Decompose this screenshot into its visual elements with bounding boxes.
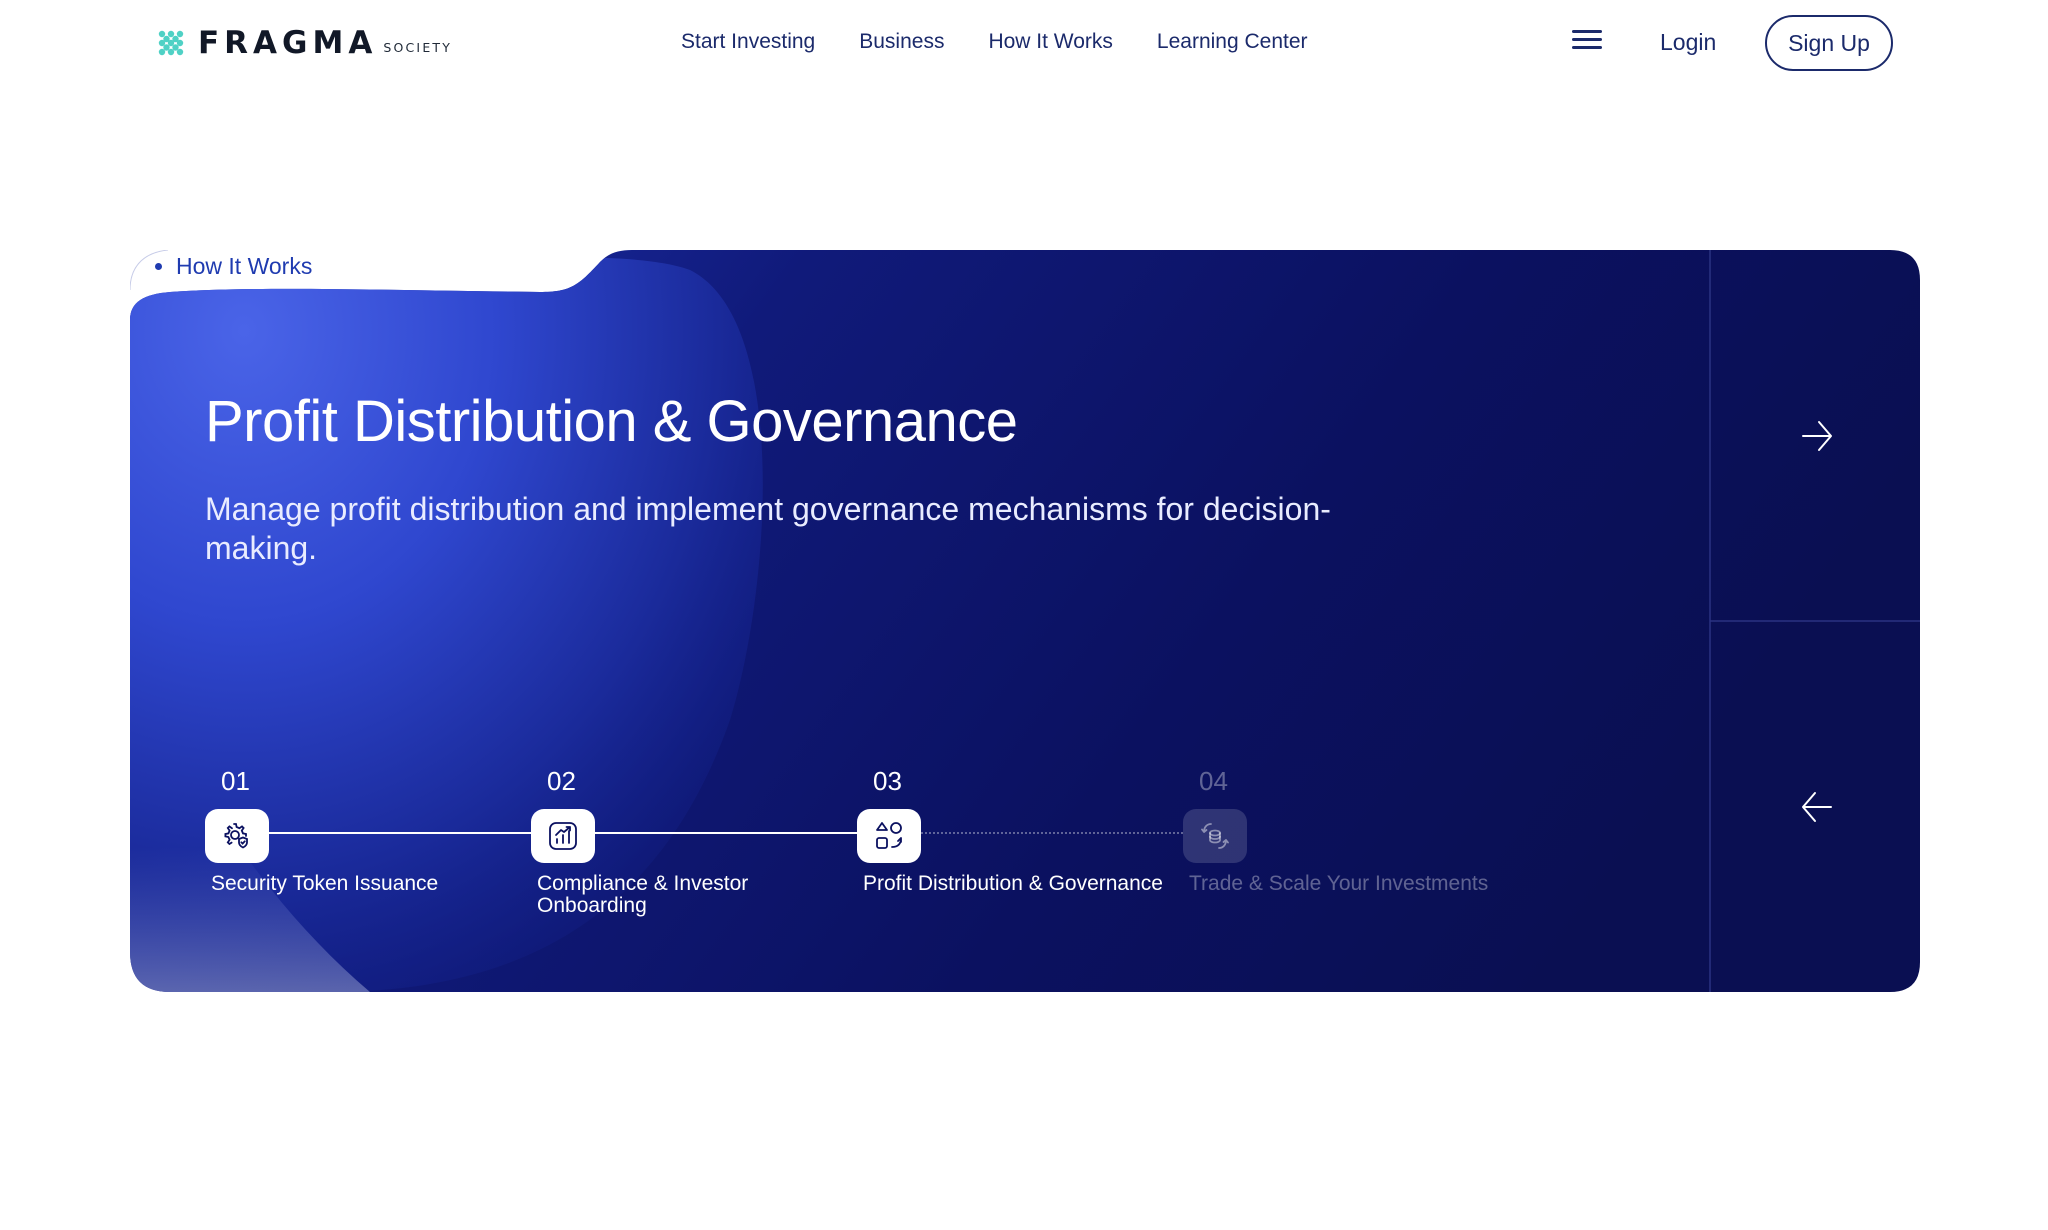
- step-2[interactable]: 02 Compliance & Investor Onboarding: [531, 766, 861, 917]
- section-label: How It Works: [155, 253, 312, 280]
- step-label: Compliance & Investor Onboarding: [537, 872, 749, 917]
- brand-name: FRAGMA: [198, 25, 378, 61]
- main-nav: Start Investing Business How It Works Le…: [681, 30, 1352, 54]
- step-label: Trade & Scale Your Investments: [1189, 872, 1489, 895]
- step-number: 04: [1199, 766, 1228, 796]
- nav-start-investing[interactable]: Start Investing: [681, 30, 815, 54]
- nav-how-it-works[interactable]: How It Works: [988, 30, 1112, 54]
- step-label: Profit Distribution & Governance: [863, 872, 1163, 895]
- brand-sub: SOCIETY: [383, 40, 453, 55]
- step-number: 02: [547, 766, 576, 796]
- coins-exchange-icon: [1201, 823, 1229, 849]
- step-number: 01: [221, 766, 250, 796]
- step-3[interactable]: 03 Profit Distribution & Governance: [857, 766, 1187, 895]
- hero-title: Profit Distribution & Governance: [205, 389, 1018, 454]
- section-label-text: How It Works: [176, 253, 313, 279]
- gear-shield-icon: [224, 823, 248, 849]
- step-1[interactable]: 01 Security Token Issuance: [205, 766, 535, 895]
- chart-icon: [549, 822, 577, 850]
- hamburger-icon[interactable]: [1572, 30, 1602, 56]
- arrow-right-icon[interactable]: [1797, 416, 1837, 456]
- nav-business[interactable]: Business: [859, 30, 944, 54]
- nav-learning-center[interactable]: Learning Center: [1157, 30, 1308, 54]
- brand-logo[interactable]: FRAGMA SOCIETY: [157, 25, 453, 61]
- hero-description: Manage profit distribution and implement…: [205, 491, 1331, 566]
- step-number: 03: [873, 766, 902, 796]
- bullet-dot: [155, 263, 162, 270]
- step-label: Security Token Issuance: [211, 872, 439, 895]
- login-link[interactable]: Login: [1660, 29, 1716, 56]
- arrow-left-icon[interactable]: [1797, 787, 1837, 827]
- signup-button[interactable]: Sign Up: [1765, 15, 1893, 71]
- shapes-icon: [876, 822, 902, 849]
- step-4[interactable]: 04 Trade & Scale Your Investments: [1183, 766, 1513, 895]
- site-header: FRAGMA SOCIETY Start Investing Business …: [0, 0, 2048, 88]
- fragma-logo-icon: [158, 30, 184, 56]
